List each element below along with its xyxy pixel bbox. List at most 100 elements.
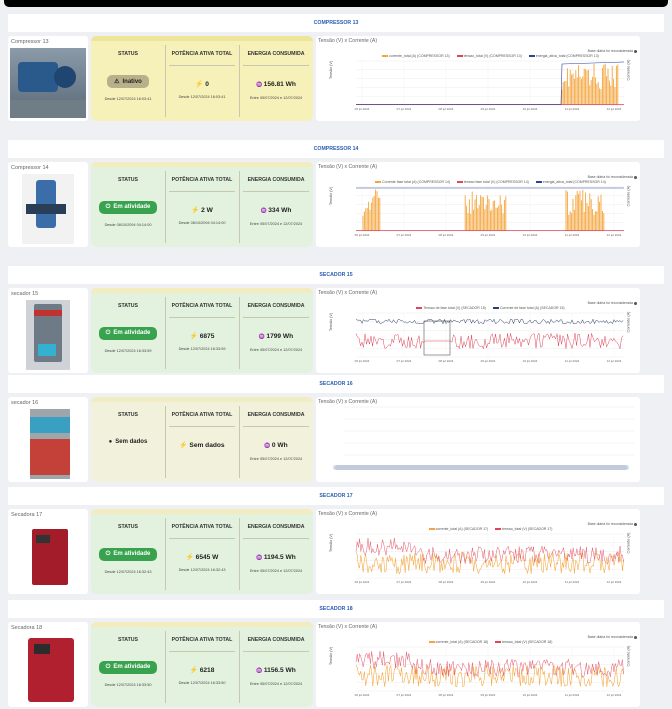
legend-item[interactable]: Corrente de fase total (A) (SECADOR 15) (492, 306, 565, 310)
power-icon: ⏻ (105, 204, 111, 210)
equipment-photo (28, 523, 72, 591)
status-card: STATUS ⏻ Em atividade Desde 12/07/2024 16:3… (91, 288, 313, 373)
x-tick-label: 09 jul 2024 (481, 107, 496, 111)
energy-value-text: 1194.5 Wh (263, 554, 296, 561)
x-tick-label: 06 jul 2024 (355, 233, 370, 237)
legend-item[interactable]: tensao_total (V) (SECADOR 17) (494, 527, 552, 531)
energy-column: ENERGIA CONSUMIDA ♒ 334 Wh Entre 05/07/202… (241, 171, 311, 243)
status-heading: STATUS (118, 523, 138, 530)
chart-card: Tensão (V) x Corrente (A) Base diária foi… (316, 288, 640, 373)
status-badge: ⚠ Inativo (107, 75, 149, 88)
legend-marker (428, 528, 435, 530)
y-axis-label-right: Corrente (A) (626, 532, 631, 554)
legend-item[interactable]: tensao_total (V) (COMPRESSOR 13) (456, 54, 522, 58)
section-title: SECADOR 17 (8, 487, 664, 505)
divider (239, 631, 240, 703)
x-tick-label: 07 jul 2024 (397, 359, 412, 363)
divider (239, 297, 240, 369)
divider (239, 171, 240, 243)
scrollbar-thumb[interactable] (335, 465, 627, 470)
legend-label: corrente_total (A) (COMPRESSOR 13) (389, 54, 450, 58)
heading-rule (169, 191, 235, 192)
legend-item[interactable]: tensao_total (V) (SECADOR 18) (494, 640, 552, 644)
equipment-name: secador 15 (11, 291, 39, 297)
legend-label: Tensao de fase total (V) (SECADOR 15) (423, 306, 486, 310)
status-text: Sem dados (115, 439, 148, 445)
status-since: Desde 12/07/2024 16:03:41 (104, 97, 152, 101)
voltage-line (355, 332, 624, 350)
y-axis-label-left: Tensão (V) (329, 312, 334, 332)
power-icon: ⏻ (105, 664, 111, 670)
energy-value: ♒ 334 Wh (241, 206, 311, 216)
legend-item[interactable]: Corrente fase total (A) (COMPRESSOR 14) (374, 180, 450, 184)
x-tick-label: 10 jul 2024 (523, 693, 538, 697)
legend-marker (457, 181, 464, 183)
legend-item[interactable]: corrente_total (A) (SECADOR 17) (428, 527, 488, 531)
warning-icon: ⚠ (114, 79, 120, 85)
x-tick-label: 09 jul 2024 (481, 580, 496, 584)
bolt-icon: ⚡ (185, 554, 196, 561)
divider (165, 631, 166, 703)
empty-plot (344, 406, 634, 456)
legend-label: tensao_total (V) (COMPRESSOR 13) (463, 54, 522, 58)
chart-scrollbar[interactable] (333, 465, 629, 470)
power-heading: POTÊNCIA ATIVA TOTAL (171, 636, 233, 643)
x-tick-label: 10 jul 2024 (523, 233, 538, 237)
legend-item[interactable]: Tensao de fase total (V) (SECADOR 15) (415, 306, 486, 310)
equipment-name: Secadora 17 (11, 512, 43, 518)
status-text: Em atividade (113, 204, 151, 210)
equipment-photo (26, 300, 70, 370)
chart-note: Base diária foi reconsiderada (588, 175, 637, 179)
energy-heading: ENERGIA CONSUMIDA (247, 176, 305, 183)
legend-item[interactable]: corrente_total (A) (SECADOR 18) (428, 640, 488, 644)
energy-icon: ♒ (256, 555, 264, 561)
legend-item[interactable]: corrente_total (A) (COMPRESSOR 13) (381, 54, 450, 58)
bolt-icon: ⚡ (195, 81, 206, 88)
status-since: Desde 12/07/2024 16:32:43 (104, 570, 152, 574)
status-column: STATUS ⏻ Em atividade Desde 12/07/2024 16:3… (93, 631, 163, 703)
status-badge: ⏻ Em atividade (98, 548, 158, 561)
equipment-photo (30, 409, 70, 479)
status-card: STATUS ⏻ Em atividade Desde 08/10/2094 04:1… (91, 162, 313, 247)
legend-marker (528, 55, 535, 57)
legend-label: Corrente de fase total (A) (SECADOR 15) (499, 306, 565, 310)
info-icon (634, 635, 637, 639)
equipment-photo (10, 48, 86, 118)
energy-period: Entre 05/07/2024 e 12/07/2024 (249, 569, 303, 573)
legend-label: tensao_total (V) (SECADOR 18) (502, 640, 553, 644)
line-chart[interactable]: 06 jul 2024 07 jul 2024 08 jul 2024 09 jul … (355, 60, 625, 111)
status-card: STATUS ⚠ Inativo Desde 12/07/2024 16:03:41 P… (91, 36, 313, 121)
section-title: COMPRESSOR 14 (8, 140, 664, 158)
status-badge: ⏻ Em atividade (98, 201, 158, 214)
chart-title: Tensão (V) x Corrente (A) (318, 511, 378, 517)
energy-value: ♒ 156.81 Wh (241, 80, 311, 90)
legend-item[interactable]: energia_ativa_total (COMPRESSOR 14) (535, 180, 606, 184)
power-icon: ⏻ (105, 551, 111, 557)
power-column: POTÊNCIA ATIVA TOTAL ⚡ 6218 Desde 12/07/20… (167, 631, 237, 703)
x-tick-label: 11 jul 2024 (565, 693, 580, 697)
bolt-icon: ⚡ (189, 667, 200, 674)
line-chart[interactable]: 06 jul 2024 07 jul 2024 08 jul 2024 09 jul … (355, 533, 624, 584)
legend-item[interactable]: energia_ativa_total (COMPRESSOR 13) (528, 54, 599, 58)
power-value-text: 6218 (199, 667, 215, 674)
x-tick-label: 10 jul 2024 (523, 107, 538, 111)
current-line (355, 318, 624, 325)
heading-rule (243, 538, 309, 539)
legend-label: Corrente fase total (A) (COMPRESSOR 14) (382, 180, 451, 184)
x-tick-label: 10 jul 2024 (523, 580, 538, 584)
chart-card: Tensão (V) x Corrente (A) Base diária foi… (316, 162, 640, 247)
line-chart[interactable]: 06 jul 2024 07 jul 2024 08 jul 2024 09 jul … (355, 312, 624, 363)
divider (165, 297, 166, 369)
line-chart[interactable]: 06 jul 2024 07 jul 2024 08 jul 2024 09 jul … (355, 646, 624, 697)
equipment-name: Compressor 13 (11, 39, 49, 45)
legend-label: energia_ativa_total (COMPRESSOR 13) (535, 54, 599, 58)
power-value-text: 6545 W (195, 554, 219, 561)
x-tick-label: 06 jul 2024 (355, 359, 370, 363)
legend-label: tensao_total (V) (SECADOR 17) (502, 527, 553, 531)
energy-value-text: 1156.5 Wh (263, 667, 296, 674)
y-axis-label-right: Corrente (A) (626, 59, 631, 81)
energy-value: ♒ 0 Wh (241, 441, 311, 451)
y-axis-label-right: Corrente (A) (626, 311, 631, 333)
line-chart[interactable]: 06 jul 2024 07 jul 2024 08 jul 2024 09 jul … (355, 186, 624, 237)
legend-item[interactable]: tensao fase total (V) (COMPRESSOR 14) (456, 180, 529, 184)
